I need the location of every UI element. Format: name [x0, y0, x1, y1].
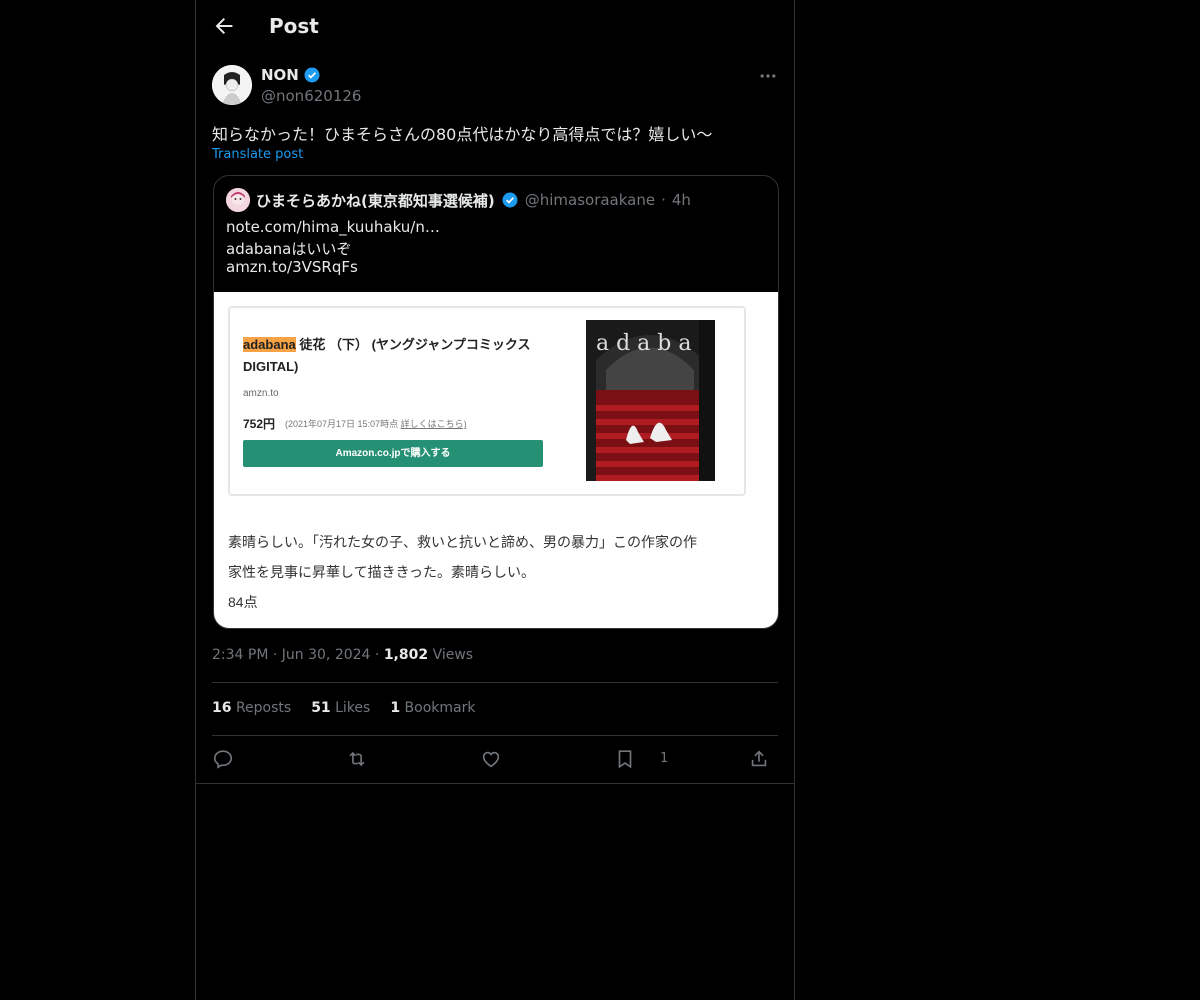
- card-domain: amzn.to: [243, 388, 279, 399]
- quoted-post-time: 4h: [671, 191, 691, 209]
- card-price-date-text: (2021年07月17日 15:07時点: [285, 419, 401, 429]
- card-price-date: (2021年07月17日 15:07時点 詳しくはこちら): [285, 417, 467, 430]
- quoted-author-handle: @himasoraakane: [524, 191, 656, 209]
- post-time[interactable]: 2:34 PM: [212, 647, 268, 663]
- views-label: Views: [432, 647, 474, 663]
- post-column: Post NON @non620126 知らなかった！ひまそらさんの80点代はか…: [195, 0, 795, 1000]
- top-bar: Post: [196, 0, 794, 54]
- action-bar: 1: [212, 748, 778, 772]
- quoted-author-avatar[interactable]: [226, 188, 250, 212]
- page-title: Post: [269, 14, 319, 38]
- quoted-media-image[interactable]: adabana 徒花 （下） (ヤングジャンプコミックスDIGITAL) amz…: [214, 292, 778, 628]
- review-text-line: 素晴らしい。「汚れた女の子、救いと抗いと諦め、男の暴力」この作家の作: [228, 534, 697, 550]
- review-text-line: 家性を見事に昇華して描ききった。素晴らしい。: [228, 564, 536, 580]
- like-icon[interactable]: [480, 748, 502, 770]
- quoted-post-header: ひまそらあかね(東京都知事選候補) @himasoraakane · 4h: [226, 188, 691, 212]
- book-cover-image: a d a b a: [586, 320, 715, 481]
- card-detail-link: 詳しくはこちら): [400, 419, 467, 429]
- post-date[interactable]: Jun 30, 2024: [282, 647, 371, 663]
- divider: [212, 682, 778, 683]
- engagement-stats: 16 Reposts 51 Likes 1 Bookmark: [212, 700, 475, 716]
- author-name-row[interactable]: NON: [261, 66, 321, 84]
- bookmarks-label: Bookmark: [404, 700, 476, 716]
- share-icon[interactable]: [748, 748, 770, 770]
- separator-dot: ·: [661, 191, 666, 209]
- quoted-link[interactable]: note.com/hima_kuuhaku/n…: [226, 218, 440, 236]
- post-meta: 2:34 PM · Jun 30, 2024 · 1,802 Views: [212, 647, 473, 663]
- verified-icon: [304, 67, 320, 83]
- bookmark-icon[interactable]: [614, 748, 636, 770]
- separator-dot: ·: [272, 647, 282, 663]
- repost-icon[interactable]: [346, 748, 368, 770]
- verified-icon: [502, 192, 518, 208]
- bookmark-count: 1: [660, 751, 669, 766]
- views-count: 1,802: [383, 647, 429, 663]
- quoted-link[interactable]: amzn.to/3VSRqFs: [226, 258, 358, 276]
- quoted-post[interactable]: ひまそらあかね(東京都知事選候補) @himasoraakane · 4h no…: [213, 175, 779, 629]
- review-score: 84点: [228, 594, 258, 610]
- divider: [196, 783, 794, 784]
- card-title: adabana 徒花 （下） (ヤングジャンプコミックスDIGITAL): [243, 334, 553, 378]
- author-avatar[interactable]: [212, 65, 252, 105]
- likes-count: 51: [311, 700, 331, 716]
- post-text: 知らなかった！ひまそらさんの80点代はかなり高得点では？嬉しい〜: [212, 125, 713, 144]
- quoted-text-line: adabanaはいいぞ: [226, 240, 352, 258]
- bookmarks-count: 1: [390, 700, 401, 716]
- divider: [212, 735, 778, 736]
- translate-link[interactable]: Translate post: [212, 147, 303, 162]
- reposts-stat[interactable]: 16 Reposts: [212, 700, 291, 716]
- svg-text:a d a b a: a d a b a: [596, 331, 692, 356]
- reposts-count: 16: [212, 700, 232, 716]
- more-icon[interactable]: [758, 66, 778, 86]
- likes-label: Likes: [335, 700, 371, 716]
- reposts-label: Reposts: [235, 700, 292, 716]
- author-handle[interactable]: @non620126: [261, 87, 361, 105]
- back-arrow-icon[interactable]: [212, 14, 236, 38]
- bookmarks-stat[interactable]: 1 Bookmark: [390, 700, 475, 716]
- likes-stat[interactable]: 51 Likes: [311, 700, 370, 716]
- quoted-author-name[interactable]: ひまそらあかね(東京都知事選候補): [256, 190, 495, 211]
- amazon-card: adabana 徒花 （下） (ヤングジャンプコミックスDIGITAL) amz…: [228, 306, 746, 496]
- author-name[interactable]: NON: [261, 66, 299, 84]
- card-price: 752円: [243, 417, 276, 431]
- separator-dot: ·: [374, 647, 384, 663]
- amazon-buy-button: Amazon.co.jpで購入する: [243, 440, 543, 467]
- card-title-highlight: adabana: [243, 337, 296, 352]
- reply-icon[interactable]: [212, 748, 234, 770]
